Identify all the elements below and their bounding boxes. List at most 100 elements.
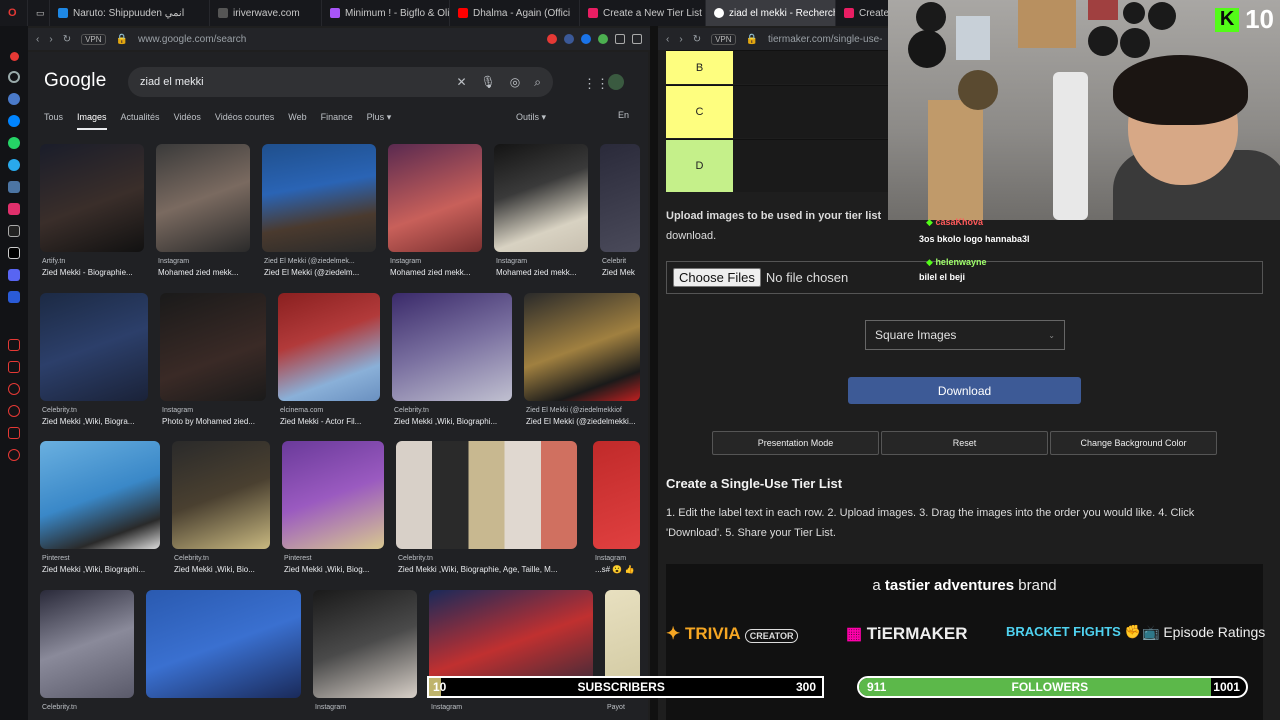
vk-icon[interactable] (8, 181, 20, 193)
tab-images[interactable]: Images (77, 112, 107, 130)
result-image[interactable] (278, 293, 380, 401)
tab-tous[interactable]: Tous (44, 112, 63, 130)
tab-finance[interactable]: Finance (321, 112, 353, 130)
result-caption[interactable]: Celebrity.tn Zied Mekki ,Wiki, Bio... (174, 553, 272, 575)
result-image[interactable] (524, 293, 640, 401)
result-image[interactable] (40, 144, 144, 252)
result-caption[interactable]: Instagram Mohamed zied mekk... (390, 256, 484, 278)
result-caption[interactable]: Payot (607, 702, 640, 713)
result-caption[interactable]: elcinema.com Zied Mekki - Actor Fil... (280, 405, 382, 427)
search-input[interactable]: ziad el mekki ✕ 🎙 ◎ ⌕ (128, 67, 553, 97)
result-image[interactable] (156, 144, 250, 252)
language-toggle[interactable]: En (618, 110, 629, 120)
choose-files-button[interactable]: Choose Files (673, 268, 761, 287)
forward-icon[interactable]: › (49, 34, 52, 45)
search-icon[interactable]: ⌕ (534, 75, 541, 90)
tab-plus[interactable]: Plus ▾ (367, 112, 392, 130)
tab-web[interactable]: Web (288, 112, 306, 130)
result-image[interactable] (262, 144, 376, 252)
google-logo[interactable]: Google (44, 70, 106, 92)
settings-icon[interactable] (8, 449, 20, 461)
split-divider[interactable] (650, 26, 658, 720)
opera-menu[interactable]: O (0, 0, 28, 26)
result-image[interactable] (146, 590, 301, 698)
result-image[interactable] (313, 590, 417, 698)
instagram-icon[interactable] (8, 203, 20, 215)
result-caption[interactable]: Celebrity.tn Zied Mekki ,Wiki, Biographi.… (394, 405, 512, 427)
episode-ratings-logo[interactable]: 📺 Episode Ratings (1142, 624, 1265, 641)
result-caption[interactable]: Celebrity.tn Zied Mekki ,Wiki, Biogra... (42, 405, 150, 427)
result-image[interactable] (396, 441, 577, 549)
clear-icon[interactable]: ✕ (456, 75, 466, 90)
player-icon[interactable] (8, 361, 20, 373)
extension-icon[interactable] (598, 34, 608, 44)
tab-dhalma[interactable]: Dhalma - Again (Offici (450, 0, 580, 26)
reset-button[interactable]: Reset (881, 431, 1048, 455)
discord-icon[interactable] (8, 269, 20, 281)
whatsapp-icon[interactable] (8, 137, 20, 149)
url-field[interactable]: tiermaker.com/single-use-ti (768, 34, 882, 45)
extension-icon[interactable] (564, 34, 574, 44)
history-icon[interactable] (8, 405, 20, 417)
tab-create-tier-list[interactable]: Create a New Tier List - Ti (580, 0, 706, 26)
change-background-button[interactable]: Change Background Color (1050, 431, 1217, 455)
tab-videos[interactable]: Vidéos (174, 112, 201, 130)
workspaces-tab[interactable]: ▭ (28, 0, 50, 26)
tiermaker-logo[interactable]: ▦ TiERMAKER (846, 624, 968, 644)
result-caption[interactable]: Instagram (431, 702, 551, 713)
music-icon[interactable] (8, 339, 20, 351)
trivia-creator-logo[interactable]: ✦ TRIVIA CREATOR (666, 624, 799, 644)
avatar[interactable] (608, 74, 624, 90)
puzzle-icon[interactable] (615, 34, 625, 44)
reload-icon[interactable]: ↻ (693, 34, 701, 45)
apps-grid-icon[interactable]: ⋮⋮ (583, 76, 609, 92)
tools-button[interactable]: Outils ▾ (516, 112, 546, 123)
heart-icon[interactable] (8, 383, 20, 395)
tab-minimum[interactable]: Minimum ! - Bigflo & Oli - (322, 0, 450, 26)
result-caption[interactable]: Instagram Photo by Mohamed zied... (162, 405, 268, 427)
download-icon[interactable] (632, 34, 642, 44)
result-image[interactable] (494, 144, 588, 252)
reload-icon[interactable]: ↻ (63, 34, 71, 45)
image-shape-select[interactable]: Square Images ⌄ (865, 320, 1065, 350)
result-image[interactable] (40, 590, 134, 698)
tier-label[interactable]: D (666, 140, 733, 192)
chatgpt-icon[interactable] (8, 71, 20, 83)
tab-naruto[interactable]: Naruto: Shippuuden انمي (50, 0, 210, 26)
extension-icon[interactable] (581, 34, 591, 44)
lens-icon[interactable]: ◎ (510, 75, 520, 90)
result-image[interactable] (40, 441, 160, 549)
bracket-fights-logo[interactable]: BRACKET FIGHTS ✊ (1006, 624, 1141, 640)
result-image[interactable] (600, 144, 640, 252)
mic-icon[interactable]: 🎙 (481, 75, 496, 90)
downloads-icon[interactable] (8, 427, 20, 439)
result-caption[interactable]: Pinterest Zied Mekki ,Wiki, Biog... (284, 553, 386, 575)
result-caption[interactable]: Zied El Mekki (@ziedelmekkiof Zied El Mek… (526, 405, 640, 427)
result-caption[interactable]: Instagram ...s# 😮 👍 (595, 553, 640, 575)
result-caption[interactable]: Celebrit Zied Mek (602, 256, 640, 278)
app-icon[interactable] (8, 291, 20, 303)
result-caption[interactable]: Celebrity.tn Zied Mekki ,Wiki, Biographie… (398, 553, 579, 575)
result-image[interactable] (160, 293, 266, 401)
tier-label[interactable]: C (666, 86, 733, 138)
result-image[interactable] (388, 144, 482, 252)
presentation-mode-button[interactable]: Presentation Mode (712, 431, 879, 455)
result-caption[interactable]: Instagram (315, 702, 419, 713)
telegram-icon[interactable] (8, 159, 20, 171)
tab-google-search[interactable]: ziad el mekki - Recherche (706, 0, 836, 26)
url-field[interactable]: www.google.com/search (138, 34, 246, 45)
result-caption[interactable]: Celebrity.tn (42, 702, 136, 713)
aria-icon[interactable] (8, 93, 20, 105)
result-image[interactable] (282, 441, 384, 549)
result-caption[interactable]: Pinterest Zied Mekki ,Wiki, Biographi... (42, 553, 162, 575)
result-image[interactable] (392, 293, 512, 401)
tab-videos-courtes[interactable]: Vidéos courtes (215, 112, 274, 130)
vpn-badge[interactable]: VPN (711, 33, 736, 45)
tab-actualites[interactable]: Actualités (121, 112, 160, 130)
extension-icon[interactable] (547, 34, 557, 44)
search-query[interactable]: ziad el mekki (140, 76, 204, 88)
tier-label[interactable]: B (666, 51, 733, 84)
twitch-icon[interactable] (9, 52, 19, 61)
result-caption[interactable]: Instagram Mohamed zied mekk... (496, 256, 590, 278)
result-image[interactable] (593, 441, 640, 549)
